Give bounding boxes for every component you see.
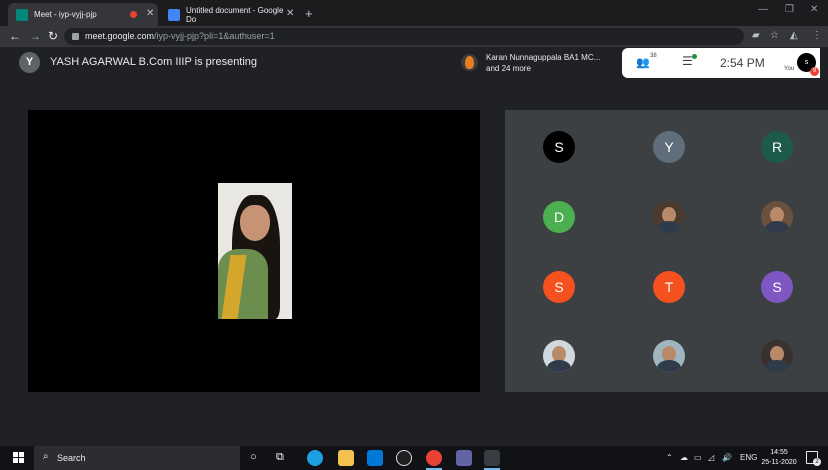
participant-initial: S — [554, 279, 564, 295]
people-count: 38 — [650, 53, 657, 59]
close-tab-icon[interactable]: ✕ — [286, 8, 294, 19]
chat-unread-dot — [692, 54, 697, 59]
participant-photo-avatar[interactable] — [543, 340, 575, 372]
browser-tab-strip: Meet - iyp-vyjj-pjp ✕ Untitled document … — [0, 0, 828, 26]
address-bar[interactable]: meet.google.com/iyp-vyjj-pjp?pli=1&authu… — [64, 28, 744, 45]
avatar-body — [765, 221, 789, 233]
task-view-icon[interactable]: ⧉ — [276, 451, 292, 467]
taskbar-time: 14:55 — [770, 449, 788, 456]
lock-icon — [72, 33, 79, 41]
participant-photo-avatar[interactable] — [761, 201, 793, 233]
notification-count: 2 — [813, 458, 821, 466]
video-person-face — [240, 205, 270, 241]
avatar-body — [657, 360, 681, 372]
close-window-icon[interactable]: ✕ — [810, 4, 818, 15]
pinned-app-icon[interactable] — [484, 450, 500, 470]
participant-initial: D — [553, 209, 565, 225]
participant-photo-avatar[interactable] — [653, 340, 685, 372]
extension-icon[interactable]: ◭ — [790, 30, 798, 41]
participant-tile[interactable]: S — [543, 131, 575, 163]
tab-meet[interactable]: Meet - iyp-vyjj-pjp ✕ — [8, 3, 158, 26]
teams-icon[interactable] — [456, 450, 472, 466]
windows-taskbar: ⌕ Search ○ ⧉ ⌃ ☁ ▭ ◿ 🔊 ENG 14:55 25-11-2… — [0, 446, 828, 470]
participant-initial: Y — [664, 139, 674, 155]
language-indicator[interactable]: ENG — [740, 453, 757, 462]
chat-more-count: and 24 more — [486, 64, 531, 73]
participant-tile[interactable]: R — [761, 131, 793, 163]
presenting-title: YASH AGARWAL B.Com IIIP is presenting — [50, 56, 258, 68]
menu-kebab-icon[interactable]: ⋮ — [812, 30, 822, 41]
maximize-icon[interactable]: ❐ — [785, 4, 794, 15]
browser-toolbar: ← → ↻ meet.google.com/iyp-vyjj-pjp?pli=1… — [0, 26, 828, 47]
docs-favicon-icon — [168, 8, 180, 21]
taskbar-search-placeholder: Search — [57, 453, 86, 463]
presented-video — [218, 183, 292, 319]
presenter-avatar: Y — [19, 52, 40, 73]
battery-icon[interactable]: ▭ — [694, 453, 702, 462]
avatar-body — [657, 221, 681, 233]
forward-icon[interactable]: → — [29, 29, 41, 43]
chat-notification[interactable]: Karan Nunnaguppala BA1 MC... and 24 more — [456, 48, 621, 78]
people-icon[interactable]: 👥 — [636, 56, 650, 69]
avatar-body — [765, 360, 789, 372]
avatar-body — [547, 360, 571, 372]
participant-initial: R — [771, 139, 783, 155]
taskbar-search[interactable]: ⌕ Search — [34, 446, 240, 470]
url-path: /iyp-vyjj-pjp?pli=1&authuser=1 — [154, 31, 275, 41]
volume-icon[interactable]: 🔊 — [722, 453, 732, 462]
chat-sender-name: Karan Nunnaguppala BA1 MC... — [486, 53, 601, 62]
wifi-icon[interactable]: ◿ — [708, 453, 714, 462]
url-host: meet.google.com — [85, 31, 155, 41]
dell-icon[interactable] — [396, 450, 412, 466]
bookmark-star-icon[interactable]: ☆ — [770, 30, 779, 41]
file-explorer-icon[interactable] — [338, 450, 354, 466]
tray-chevron-up-icon[interactable]: ⌃ — [666, 453, 673, 462]
close-tab-icon[interactable]: ✕ — [146, 8, 154, 19]
participant-photo-avatar[interactable] — [761, 340, 793, 372]
self-badge: 9 — [810, 67, 819, 76]
new-tab-button[interactable]: + — [305, 6, 313, 21]
participant-initial: T — [664, 279, 674, 295]
tab-docs[interactable]: Untitled document - Google Do ✕ — [160, 3, 300, 26]
taskbar-clock[interactable]: 14:55 25-11-2020 — [761, 448, 797, 468]
edge-icon[interactable] — [307, 450, 323, 466]
tab-meet-title: Meet - iyp-vyjj-pjp — [34, 10, 97, 19]
participant-initial: S — [554, 139, 564, 155]
camera-icon[interactable]: ▰ — [752, 30, 760, 41]
recording-dot-icon — [130, 11, 137, 18]
meet-favicon-icon — [16, 8, 28, 21]
participant-photo-avatar[interactable] — [653, 201, 685, 233]
taskbar-date: 25-11-2020 — [761, 459, 797, 466]
windows-start-icon[interactable] — [13, 452, 24, 463]
cloud-icon[interactable]: ☁ — [680, 453, 688, 462]
participant-tile[interactable]: S — [761, 271, 793, 303]
reload-icon[interactable]: ↻ — [48, 29, 58, 43]
minimize-icon[interactable]: — — [758, 4, 768, 15]
participant-tile[interactable]: S — [543, 271, 575, 303]
chat-sender-avatar — [461, 54, 478, 71]
cortana-icon[interactable]: ○ — [250, 451, 266, 467]
participant-initial: S — [772, 279, 782, 295]
back-icon[interactable]: ← — [9, 29, 21, 43]
participant-tile[interactable]: Y — [653, 131, 685, 163]
meeting-clock: 2:54 PM — [720, 56, 765, 70]
presentation-stage[interactable] — [28, 110, 480, 392]
search-icon: ⌕ — [43, 451, 49, 462]
store-icon[interactable] — [367, 450, 383, 466]
participant-tile[interactable]: D — [543, 201, 575, 233]
screen: Meet - iyp-vyjj-pjp ✕ Untitled document … — [0, 0, 828, 470]
participant-tile[interactable]: T — [653, 271, 685, 303]
meet-header-controls: 👥 38 ☰ 2:54 PM You s 9 — [622, 48, 820, 78]
participant-grid: S Y R D S T S — [505, 110, 828, 392]
chrome-icon[interactable] — [426, 450, 442, 470]
you-label: You — [784, 66, 795, 72]
tab-docs-title: Untitled document - Google Do — [186, 5, 284, 24]
